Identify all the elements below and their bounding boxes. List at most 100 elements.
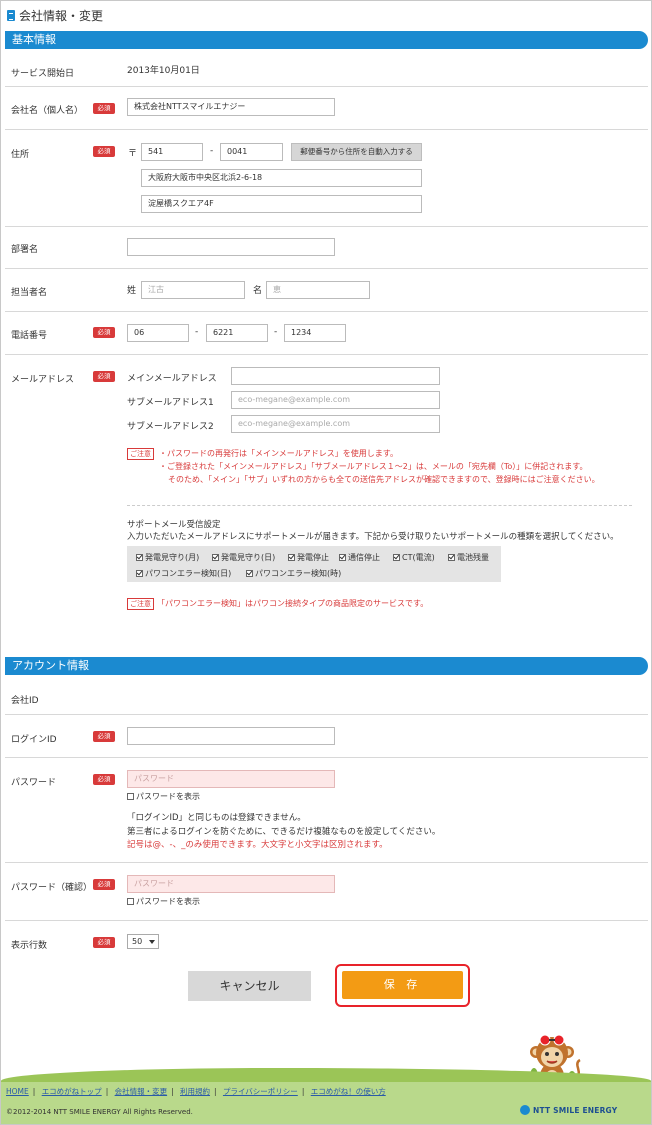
row-divider xyxy=(5,757,648,758)
phone-3-input[interactable]: 1234 xyxy=(284,324,346,342)
support-title: サポートメール受信設定 xyxy=(127,520,221,530)
footer-link-howto[interactable]: エコめがね！の使い方 xyxy=(311,1087,386,1096)
required-badge: 必須 xyxy=(93,879,115,890)
support-description: 入力いただいたメールアドレスにサポートメールが届きます。下記から受け取りたいサポ… xyxy=(127,532,619,542)
row-divider xyxy=(5,86,648,87)
footer: HOME | エコめがねトップ | 会社情報・変更 | 利用規約 | プライバシーポリシ… xyxy=(1,1082,651,1124)
first-name-label: 名 xyxy=(253,286,263,296)
support-option[interactable]: 発電見守り(日) xyxy=(212,552,275,563)
zip-code-2-input[interactable]: 0041 xyxy=(220,143,283,161)
support-option[interactable]: CT(電流) xyxy=(393,552,435,563)
checkbox[interactable] xyxy=(448,554,455,561)
company-label: 会社名（個人名） xyxy=(11,106,84,116)
sub-email-2-label: サブメールアドレス2 xyxy=(127,422,214,432)
support-option[interactable]: 発電見守り(月) xyxy=(136,552,199,563)
password-note-3: 記号は@、-、_のみ使用できます。大文字と小文字は区別されます。 xyxy=(127,840,388,850)
email-notice-1: ・パスワードの再発行は「メインメールアドレス」を使用します。 xyxy=(159,449,398,458)
checkbox[interactable] xyxy=(136,554,143,561)
page-title-text: 会社情報・変更 xyxy=(19,9,104,23)
footer-link-privacy[interactable]: プライバシーポリシー xyxy=(223,1087,298,1096)
company-name-input[interactable]: 株式会社NTTスマイルエナジー xyxy=(127,98,335,116)
row-divider xyxy=(5,920,648,921)
footer-link-home[interactable]: HOME xyxy=(6,1087,29,1096)
department-label: 部署名 xyxy=(11,245,39,255)
zip-code-1-input[interactable]: 541 xyxy=(141,143,203,161)
required-badge: 必須 xyxy=(93,327,115,338)
sub-email-2-input[interactable]: eco-megane@example.com xyxy=(231,415,440,433)
support-option[interactable]: 通信停止 xyxy=(339,552,380,563)
main-email-label: メインメールアドレス xyxy=(127,374,217,384)
ntt-logo-icon xyxy=(520,1105,530,1115)
service-start-value: 2013年10月01日 xyxy=(127,66,200,76)
support-option[interactable]: 発電停止 xyxy=(288,552,329,563)
support-option[interactable]: パワコンエラー検知(時) xyxy=(246,568,341,579)
section-header-basic: 基本情報 xyxy=(5,31,648,49)
support-notice: 「パワコンエラー検知」はパワコン接続タイプの商品限定のサービスです。 xyxy=(157,599,429,608)
row-divider xyxy=(5,311,648,312)
cancel-button[interactable]: キャンセル xyxy=(188,971,311,1001)
phone-1-input[interactable]: 06 xyxy=(127,324,189,342)
email-notice-3: そのため、「メイン」「サブ」いずれの方からも全ての送信先アドレスが確認できますの… xyxy=(168,475,600,484)
row-divider xyxy=(5,714,648,715)
rows-label: 表示行数 xyxy=(11,941,48,951)
footer-link-terms[interactable]: 利用規約 xyxy=(180,1087,210,1096)
document-icon xyxy=(7,10,15,21)
checkbox[interactable] xyxy=(339,554,346,561)
phone-dash: - xyxy=(274,327,278,337)
required-badge: 必須 xyxy=(93,774,115,785)
phone-dash: - xyxy=(195,327,199,337)
email-label: メールアドレス xyxy=(11,375,75,385)
password-note-2: 第三者によるログインを防ぐために、できるだけ複雑なものを設定してください。 xyxy=(127,827,441,837)
last-name-input[interactable]: 江古 xyxy=(141,281,245,299)
checkbox[interactable] xyxy=(127,898,134,905)
rows-select[interactable]: 50 xyxy=(127,934,159,949)
first-name-input[interactable]: 恵 xyxy=(266,281,370,299)
row-divider xyxy=(5,226,648,227)
password-input[interactable]: パスワード xyxy=(127,770,335,788)
support-option[interactable]: 電池残量 xyxy=(448,552,489,563)
email-notice-2: ・ご登録された「メインメールアドレス」「サブメールアドレス１～2」は、メールの「… xyxy=(159,462,588,471)
show-password-toggle[interactable]: パスワードを表示 xyxy=(127,791,200,802)
chevron-down-icon xyxy=(149,940,155,944)
password-label: パスワード xyxy=(11,778,57,788)
row-divider xyxy=(5,129,648,130)
copyright: ©2012-2014 NTT SMILE ENERGY All Rights R… xyxy=(6,1108,193,1116)
footer-links: HOME | エコめがねトップ | 会社情報・変更 | 利用規約 | プライバシーポリシ… xyxy=(6,1087,386,1096)
checkbox[interactable] xyxy=(136,570,143,577)
save-button[interactable]: 保 存 xyxy=(342,971,463,999)
department-input[interactable] xyxy=(127,238,335,256)
login-id-input[interactable] xyxy=(127,727,335,745)
section-header-account: アカウント情報 xyxy=(5,657,648,675)
footer-link-company[interactable]: 会社情報・変更 xyxy=(115,1087,168,1096)
checkbox[interactable] xyxy=(212,554,219,561)
show-password-confirm-toggle[interactable]: パスワードを表示 xyxy=(127,896,200,907)
checkbox[interactable] xyxy=(127,793,134,800)
zip-mark: 〒 xyxy=(128,149,138,159)
main-email-input[interactable] xyxy=(231,367,440,385)
checkbox[interactable] xyxy=(246,570,253,577)
password-confirm-input[interactable]: パスワード xyxy=(127,875,335,893)
company-id-label: 会社ID xyxy=(11,696,39,706)
password-note-1: 「ログインID」と同じものは登録できません。 xyxy=(127,813,306,823)
checkbox[interactable] xyxy=(288,554,295,561)
address-line-2-input[interactable]: 淀屋橋スクエア4F xyxy=(141,195,422,213)
password-confirm-label: パスワード（確認） xyxy=(11,883,93,893)
sub-email-1-input[interactable]: eco-megane@example.com xyxy=(231,391,440,409)
required-badge: 必須 xyxy=(93,146,115,157)
zip-autofill-button[interactable]: 郵便番号から住所を自動入力する xyxy=(291,143,422,161)
row-divider xyxy=(5,354,648,355)
address-line-1-input[interactable]: 大阪府大阪市中央区北浜2-6-18 xyxy=(141,169,422,187)
phone-2-input[interactable]: 6221 xyxy=(206,324,268,342)
ntt-logo: NTT SMILE ENERGY xyxy=(520,1105,617,1115)
last-name-label: 姓 xyxy=(127,286,137,296)
service-start-label: サービス開始日 xyxy=(11,69,75,79)
zip-dash: - xyxy=(210,146,214,156)
address-label: 住所 xyxy=(11,150,30,160)
required-badge: 必須 xyxy=(93,731,115,742)
footer-link-top[interactable]: エコめがねトップ xyxy=(42,1087,102,1096)
required-badge: 必須 xyxy=(93,937,115,948)
row-divider xyxy=(5,862,648,863)
caution-badge: ご注意 xyxy=(127,598,154,610)
checkbox[interactable] xyxy=(393,554,400,561)
support-option[interactable]: パワコンエラー検知(日) xyxy=(136,568,231,579)
